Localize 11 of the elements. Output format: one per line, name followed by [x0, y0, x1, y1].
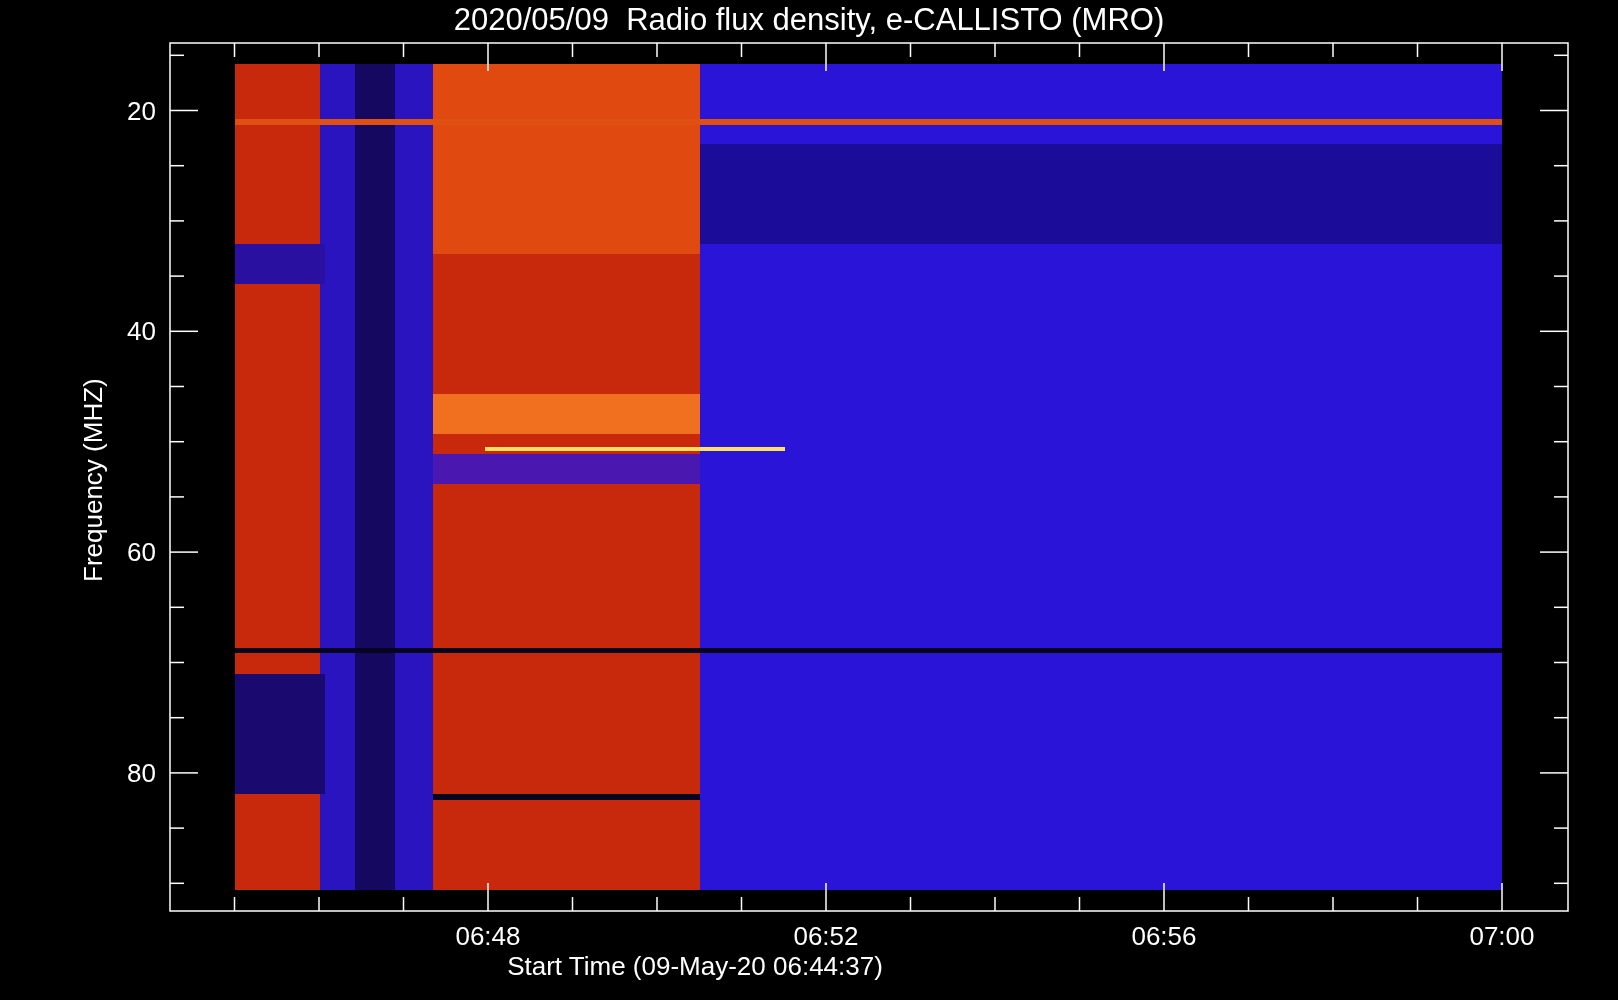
- axis-tick-label: 07:00: [1468, 921, 1536, 951]
- axis-tick-label: 80: [126, 757, 156, 788]
- axis-tick-label: 60: [126, 537, 156, 568]
- axis-title: Start Time (09-May-20 06:44:37): [506, 950, 884, 982]
- axis-tick-label: 40: [126, 316, 156, 347]
- axis-tick-label: 06:52: [792, 921, 860, 951]
- axis-title: Frequency (MHZ): [78, 377, 108, 584]
- axis-tick-label: 20: [126, 95, 156, 126]
- axis-tick-label: 06:56: [1130, 921, 1198, 951]
- chart-title: 2020/05/09 Radio flux density, e-CALLISTO (MRO): [452, 1, 1166, 39]
- axis-tick-label: 06:48: [454, 921, 522, 951]
